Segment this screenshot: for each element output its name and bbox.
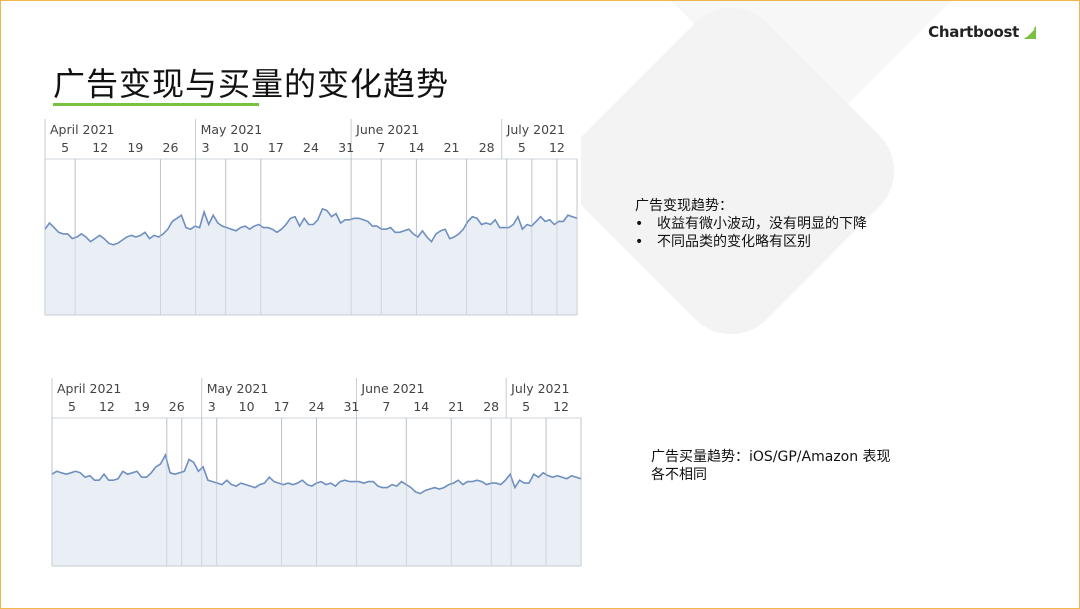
slide: Chartboost 广告变现与买量的变化趋势 April 2021 May 20… <box>0 0 1080 609</box>
week-tick-label: 17 <box>274 399 290 414</box>
week-tick-label: 10 <box>239 399 255 414</box>
week-tick-label: 10 <box>233 140 249 155</box>
week-tick-label: 24 <box>309 399 325 414</box>
week-tick-label: 5 <box>61 140 69 155</box>
week-tick-label: 12 <box>99 399 115 414</box>
week-tick-label: 17 <box>268 140 284 155</box>
week-tick-label: 5 <box>68 399 76 414</box>
user-acquisition-note-line: 广告买量趋势：iOS/GP/Amazon 表现 <box>651 449 891 465</box>
chart-svg: April 2021 May 2021 June 2021 July 2021 5 12 1… <box>44 119 578 316</box>
monetization-note-bullet: 收益有微小波动，没有明显的下降 <box>635 215 935 233</box>
chartboost-logo: Chartboost <box>928 23 1037 41</box>
title-underline <box>53 103 259 106</box>
month-label: July 2021 <box>506 122 565 137</box>
logo-leaf-icon <box>1024 26 1036 39</box>
monetization-note-heading: 广告变现趋势： <box>635 198 733 214</box>
week-tick-label: 7 <box>382 399 390 414</box>
month-label: June 2021 <box>355 122 419 137</box>
month-label: April 2021 <box>57 381 121 396</box>
month-label: May 2021 <box>207 381 269 396</box>
week-tick-label: 14 <box>413 399 429 414</box>
week-tick-label: 28 <box>483 399 499 414</box>
week-tick-label: 24 <box>303 140 319 155</box>
month-label: July 2021 <box>510 381 569 396</box>
user-acquisition-note: 广告买量趋势：iOS/GP/Amazon 表现 各不相同 <box>651 448 951 484</box>
week-tick-label: 21 <box>448 399 464 414</box>
week-tick-label: 28 <box>479 140 495 155</box>
week-tick-label: 26 <box>163 140 179 155</box>
week-tick-label: 19 <box>127 140 143 155</box>
user-acquisition-note-line: 各不相同 <box>651 467 707 483</box>
month-label: May 2021 <box>201 122 263 137</box>
week-tick-label: 19 <box>134 399 150 414</box>
week-tick-label: 31 <box>338 140 354 155</box>
week-tick-label: 12 <box>549 140 565 155</box>
week-tick-label: 5 <box>522 399 530 414</box>
chart-svg: April 2021 May 2021 June 2021 July 2021 5 12 1… <box>51 378 582 567</box>
monetization-trend-chart: April 2021 May 2021 June 2021 July 2021 5 12 1… <box>41 119 581 317</box>
week-tick-label: 21 <box>444 140 460 155</box>
monetization-note: 广告变现趋势： 收益有微小波动，没有明显的下降 不同品类的变化略有区别 <box>635 197 935 251</box>
week-tick-label: 3 <box>208 399 216 414</box>
week-tick-label: 7 <box>377 140 385 155</box>
month-label: June 2021 <box>360 381 424 396</box>
week-tick-label: 12 <box>553 399 569 414</box>
week-tick-label: 26 <box>169 399 185 414</box>
month-label: April 2021 <box>50 122 114 137</box>
week-tick-label: 12 <box>92 140 108 155</box>
user-acquisition-trend-chart: April 2021 May 2021 June 2021 July 2021 5 12 1… <box>48 378 585 568</box>
week-tick-label: 14 <box>408 140 424 155</box>
week-tick-label: 3 <box>202 140 210 155</box>
monetization-note-list: 收益有微小波动，没有明显的下降 不同品类的变化略有区别 <box>635 215 935 251</box>
slide-title: 广告变现与买量的变化趋势 <box>53 65 450 103</box>
week-tick-label: 31 <box>343 399 359 414</box>
week-tick-label: 5 <box>518 140 526 155</box>
logo-text: Chartboost <box>928 23 1019 41</box>
monetization-note-bullet: 不同品类的变化略有区别 <box>635 233 935 251</box>
